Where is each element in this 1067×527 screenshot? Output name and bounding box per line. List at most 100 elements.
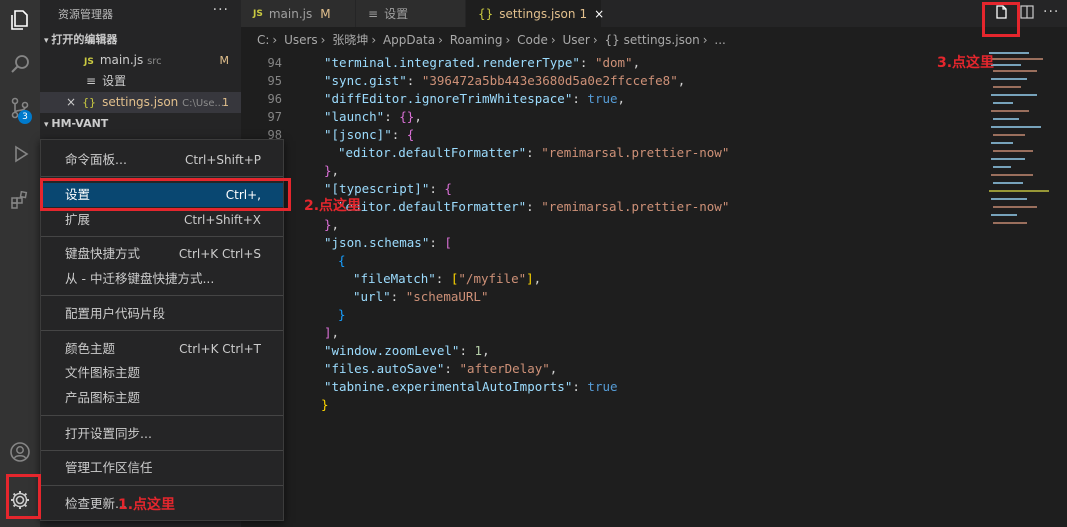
folder-label: HM-VANT [51, 117, 109, 130]
code-line: } [321, 397, 329, 412]
menu-item-keyboard-shortcuts[interactable]: 键盘快捷方式 Ctrl+K Ctrl+S [41, 242, 283, 266]
js-file-icon: JS [253, 8, 263, 19]
problem-count: 1 [222, 96, 229, 109]
code-line: }, [324, 163, 340, 178]
code-line: "launch": {}, [324, 109, 422, 124]
close-icon[interactable]: × [594, 7, 604, 21]
modified-indicator: M [219, 54, 230, 67]
menu-item-product-icon-theme[interactable]: 产品图标主题 [41, 386, 283, 410]
breadcrumb-item[interactable]: AppData [383, 33, 435, 47]
code-line: ], [324, 325, 340, 340]
code-line: "window.zoomLevel": 1, [324, 343, 490, 358]
breadcrumb-item[interactable]: ... [714, 33, 725, 47]
menu-separator [41, 295, 283, 296]
annotation-box-gear [6, 474, 41, 519]
menu-separator [41, 485, 283, 486]
tab-label: 设置 [384, 7, 409, 21]
open-editors-label: 打开的编辑器 [51, 33, 118, 46]
sidebar-title: 资源管理器 [58, 8, 113, 21]
explorer-icon[interactable] [0, 0, 40, 40]
code-line: "sync.gist": "396472a5bb443e3680d5a0e2ff… [324, 73, 686, 88]
menu-separator [41, 450, 283, 451]
code-line: "terminal.integrated.rendererType": "dom… [324, 55, 641, 70]
open-editor-item[interactable]: ≡ 设置 [40, 71, 241, 92]
menu-item-migrate-keybindings[interactable]: 从 - 中迁移键盘快捷方式... [41, 267, 283, 291]
code-line: "url": "schemaURL" [353, 289, 489, 304]
code-line: "diffEditor.ignoreTrimWhitespace": true, [324, 91, 626, 106]
code-editor[interactable]: 94 95 96 97 98 "terminal.integrated.rend… [241, 53, 1067, 527]
annotation-box-settings [40, 178, 291, 211]
code-line: "[jsonc]": { [324, 127, 415, 142]
code-line: "json.schemas": [ [324, 235, 452, 250]
menu-item-user-snippets[interactable]: 配置用户代码片段 [41, 302, 283, 326]
breadcrumb-item[interactable]: {} settings.json [604, 33, 699, 47]
breadcrumb-item[interactable]: 张晓坤 [332, 33, 368, 47]
source-control-icon[interactable]: 3 [0, 88, 40, 128]
annotation-step3: 3.点这里 [937, 55, 995, 71]
close-icon[interactable]: × [66, 95, 76, 109]
breadcrumb-item[interactable]: C: [257, 33, 269, 47]
annotation-step1: 1.点这里 [118, 497, 176, 513]
settings-file-icon: ≡ [86, 74, 97, 88]
code-line: "editor.defaultFormatter": "remimarsal.p… [338, 199, 730, 214]
tab-settings[interactable]: ≡ 设置 [356, 0, 466, 27]
breadcrumb-item[interactable]: User [562, 33, 589, 47]
run-debug-icon[interactable] [0, 134, 40, 174]
code-line: { [338, 253, 346, 268]
code-line: "[typescript]": { [324, 181, 452, 196]
menu-item-file-icon-theme[interactable]: 文件图标主题 [41, 361, 283, 385]
open-editors-section[interactable]: ▾ 打开的编辑器 [40, 29, 241, 50]
breadcrumb: C: › Users › 张晓坤 › AppData › Roaming › Code › … [241, 27, 1067, 53]
extensions-icon[interactable] [0, 180, 40, 220]
folder-section[interactable]: ▾ HM-VANT [40, 113, 241, 134]
search-icon[interactable] [0, 44, 40, 84]
menu-separator [41, 415, 283, 416]
line-number: 96 [267, 92, 282, 106]
code-line: }, [324, 217, 340, 232]
menu-item-command-palette[interactable]: 命令面板... Ctrl+Shift+P [41, 148, 283, 172]
open-editor-item-active[interactable]: × {} settings.json C:\Use... 1 [40, 92, 241, 113]
breadcrumb-item[interactable]: Code [517, 33, 548, 47]
menu-separator [41, 176, 283, 177]
editor-tabs: JS main.js M ≡ 设置 {} settings.json 1 × ··· [241, 0, 1067, 27]
code-line: } [338, 307, 346, 322]
breadcrumb-item[interactable]: Roaming [450, 33, 503, 47]
open-editor-path: C:\Use... [182, 98, 225, 109]
minimap[interactable] [985, 48, 1057, 238]
line-number: 97 [267, 110, 282, 124]
tab-label: settings.json [499, 6, 576, 21]
more-actions-icon[interactable]: ··· [1043, 4, 1059, 20]
annotation-box-open-settings [982, 2, 1020, 37]
tab-main-js[interactable]: JS main.js M [241, 0, 356, 27]
code-line: "tabnine.experimentalAutoImports": true [324, 379, 618, 394]
tab-settings-json[interactable]: {} settings.json 1 × [466, 0, 604, 27]
line-number: 94 [267, 56, 282, 70]
code-line: "files.autoSave": "afterDelay", [324, 361, 558, 376]
code-line: "editor.defaultFormatter": "remimarsal.p… [338, 145, 730, 160]
js-file-icon: JS [84, 57, 94, 67]
menu-separator [41, 330, 283, 331]
menu-item-settings-sync[interactable]: 打开设置同步... [41, 422, 283, 446]
open-editor-name: 设置 [102, 74, 127, 88]
open-editor-name: main.js [99, 53, 144, 67]
menu-separator [41, 236, 283, 237]
open-editor-name: settings.json [102, 95, 179, 109]
settings-file-icon: ≡ [368, 6, 379, 21]
menu-item-workspace-trust[interactable]: 管理工作区信任 [41, 456, 283, 480]
breadcrumb-item[interactable]: Users [284, 33, 318, 47]
json-file-icon: {} [478, 6, 494, 21]
open-editor-item[interactable]: JS main.js src M [40, 50, 241, 71]
activity-bar: 3 [0, 0, 40, 527]
menu-item-extensions[interactable]: 扩展 Ctrl+Shift+X [41, 208, 283, 232]
account-icon[interactable] [0, 432, 40, 472]
more-actions-icon[interactable]: ··· [213, 2, 229, 18]
menu-item-color-theme[interactable]: 颜色主题 Ctrl+K Ctrl+T [41, 337, 283, 361]
annotation-step2: 2.点这里 [304, 198, 362, 214]
line-number: 95 [267, 74, 282, 88]
split-editor-icon[interactable] [1019, 4, 1035, 24]
tab-label: main.js [268, 6, 313, 21]
problem-count: 1 [579, 6, 588, 21]
json-file-icon: {} [82, 96, 97, 109]
code-line: "fileMatch": ["/myfile"], [353, 271, 542, 286]
open-editor-path: src [147, 56, 162, 67]
